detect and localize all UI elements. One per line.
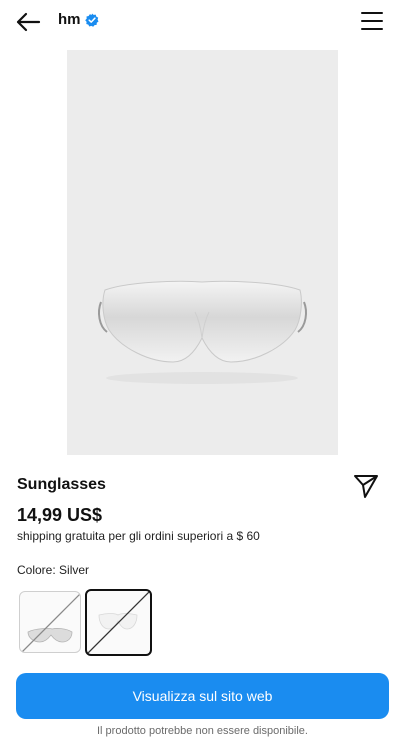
silver-sunglasses-thumbnail (21, 593, 80, 652)
white-sunglasses-thumbnail (87, 591, 150, 654)
menu-button[interactable] (359, 8, 385, 34)
brand-link[interactable]: hm (58, 11, 99, 28)
sunglasses-image (98, 280, 307, 384)
color-swatch-silver[interactable] (19, 591, 81, 653)
verified-badge-icon (84, 13, 99, 27)
product-title: Sunglasses (17, 476, 106, 493)
product-image[interactable] (67, 50, 338, 455)
brand-name: hm (58, 11, 81, 28)
arrow-left-icon (16, 12, 41, 32)
send-share-icon (354, 475, 378, 498)
color-label: Colore: Silver (17, 563, 90, 577)
color-swatch-white[interactable] (85, 589, 152, 656)
view-on-website-button[interactable]: Visualizza sul sito web (16, 673, 389, 719)
top-bar: hm (0, 0, 405, 44)
share-button[interactable] (353, 473, 379, 499)
back-button[interactable] (14, 8, 42, 36)
shipping-note: shipping gratuita per gli ordini superio… (17, 529, 260, 543)
hamburger-menu-icon (361, 12, 383, 30)
availability-disclaimer: Il prodotto potrebbe non essere disponib… (97, 725, 308, 737)
product-price: 14,99 US$ (17, 505, 103, 525)
